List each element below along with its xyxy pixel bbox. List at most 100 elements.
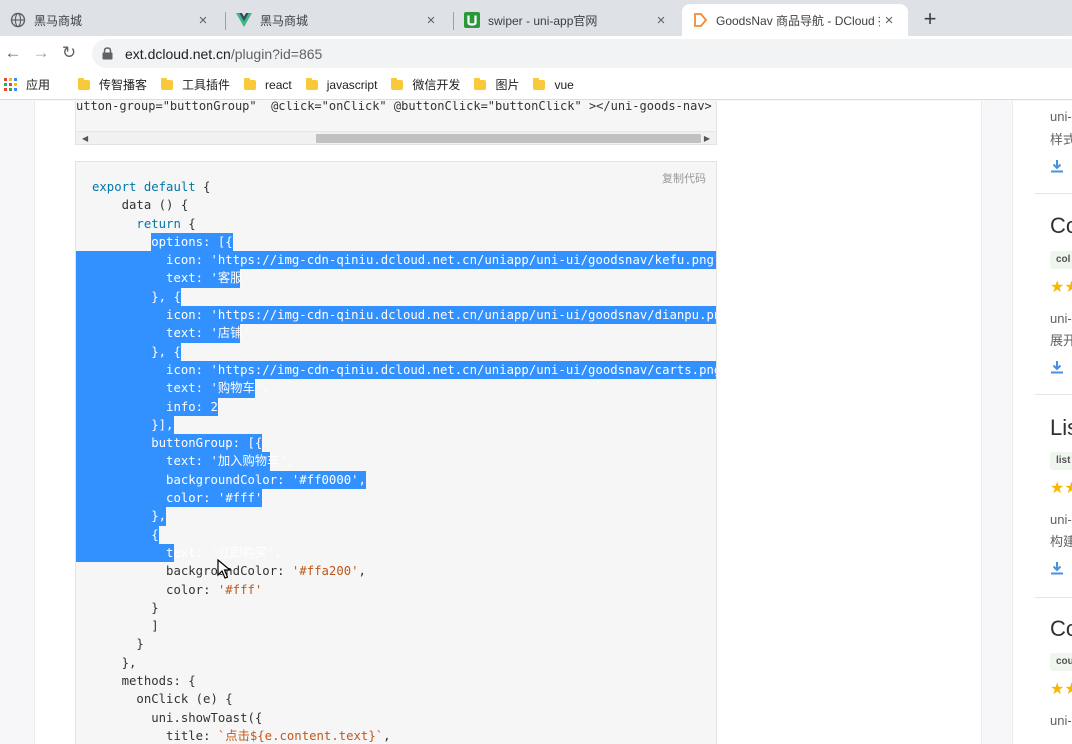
code-text: } <box>136 637 144 652</box>
bookmark-folder[interactable]: vue <box>533 77 574 92</box>
plugin-tag[interactable]: cou <box>1050 653 1072 671</box>
code-line[interactable]: return { <box>76 215 716 233</box>
code-line[interactable]: }, <box>76 507 716 526</box>
code-text: data () { <box>121 198 189 213</box>
plugin-desc: uni- <box>1050 512 1072 527</box>
folder-icon <box>305 77 318 90</box>
bookmark-folder[interactable]: 工具插件 <box>161 76 230 93</box>
code-line[interactable]: } <box>76 599 716 617</box>
plugin-tag[interactable]: list <box>1050 452 1072 470</box>
tab-title: swiper - uni-app官网 <box>488 13 598 28</box>
horizontal-scrollbar[interactable]: ◀ ▶ <box>76 131 716 144</box>
plugin-tag[interactable]: col <box>1050 251 1072 269</box>
download-icon[interactable] <box>1050 360 1064 374</box>
rating-stars: ★★ <box>1050 480 1072 497</box>
code-line[interactable]: export default { <box>76 178 716 196</box>
code-line[interactable]: color: '#fff' <box>76 489 716 508</box>
bookmark-folder[interactable]: react <box>244 77 292 92</box>
card-divider <box>1035 394 1072 395</box>
code-line[interactable]: } <box>76 635 716 653</box>
reload-button[interactable]: ↻ <box>58 42 80 64</box>
lock-icon[interactable] <box>102 47 113 60</box>
plugin-title[interactable]: Co <box>1050 616 1072 642</box>
scrollbar-thumb[interactable] <box>316 134 701 143</box>
main-panel: utton-group="buttonGroup" @click="onClic… <box>34 101 982 744</box>
code-line[interactable]: uni.showToast({ <box>76 709 716 727</box>
tab-close-icon[interactable]: × <box>194 12 212 29</box>
download-icon[interactable] <box>1050 561 1064 575</box>
bookmark-label: 应用 <box>26 78 51 92</box>
back-button[interactable]: ← <box>2 42 24 64</box>
code-line[interactable]: title: `点击${e.content.text}`, <box>76 727 716 744</box>
tab-goodsnav[interactable]: GoodsNav 商品导航 - DCloud 插 × <box>682 4 908 36</box>
code-text: options: [{ <box>151 234 233 249</box>
scroll-left-icon[interactable]: ◀ <box>82 134 88 143</box>
code-line[interactable]: }, { <box>76 287 716 307</box>
code-line[interactable]: text: '客服' <box>76 269 716 288</box>
plugin-title[interactable]: Lis <box>1050 415 1072 441</box>
code-line[interactable]: icon: 'https://img-cdn-qiniu.dcloud.net.… <box>76 251 716 270</box>
bookmark-label: 传智播客 <box>99 78 148 92</box>
code-line[interactable]: icon: 'https://img-cdn-qiniu.dcloud.net.… <box>76 360 716 380</box>
plugin-title[interactable]: Co <box>1050 213 1072 239</box>
code-line[interactable]: onClick (e) { <box>76 690 716 708</box>
code-line[interactable]: text: '购物车', <box>76 379 716 398</box>
bookmark-folder[interactable]: 图片 <box>474 76 519 93</box>
apps-grid-icon <box>4 77 18 92</box>
new-tab-button[interactable]: + <box>918 6 942 32</box>
tab-heima-2[interactable]: 黑马商城 × <box>226 4 450 36</box>
code-line[interactable]: color: '#fff' <box>76 581 716 599</box>
tab-heima-1[interactable]: 黑马商城 × <box>0 4 222 36</box>
code-text: text: '购物车', <box>166 381 270 396</box>
folder-icon <box>244 77 257 90</box>
code-lines[interactable]: export default { data () { return { opti… <box>76 178 716 744</box>
tab-title: 黑马商城 <box>260 13 309 28</box>
bookmark-folder[interactable]: 传智播客 <box>78 76 147 93</box>
page-content: utton-group="buttonGroup" @click="onClic… <box>0 101 1072 744</box>
code-text: title: `点击${e.content.text}`, <box>166 728 391 743</box>
code-line[interactable]: methods: { <box>76 672 716 690</box>
card-divider <box>1035 597 1072 598</box>
code-line[interactable]: info: 2 <box>76 397 716 416</box>
bookmark-folder[interactable]: 微信开发 <box>391 76 460 93</box>
folder-icon <box>533 77 546 90</box>
tab-close-icon[interactable]: × <box>652 12 670 29</box>
code-line[interactable]: backgroundColor: '#ffa200', <box>76 562 716 580</box>
code-line[interactable]: text: '加入购物车', <box>76 452 716 471</box>
bookmark-label: javascript <box>326 77 378 92</box>
code-line[interactable]: text: '立即购买', <box>76 543 716 563</box>
code-text: }, <box>151 509 167 524</box>
address-bar[interactable]: ext.dcloud.net.cn/plugin?id=865 <box>92 39 1072 68</box>
plugin-desc: uni- <box>1050 713 1072 728</box>
plugin-desc: 构建 <box>1050 534 1072 549</box>
rating-stars: ★★ <box>1050 681 1072 698</box>
code-text: }], <box>151 417 174 432</box>
code-line[interactable]: }, <box>76 654 716 672</box>
bookmark-folder[interactable]: javascript <box>305 77 378 92</box>
code-line[interactable]: }], <box>76 415 716 435</box>
code-line[interactable]: options: [{ <box>76 232 716 252</box>
code-line[interactable]: icon: 'https://img-cdn-qiniu.dcloud.net.… <box>76 306 716 325</box>
url-text[interactable]: ext.dcloud.net.cn/plugin?id=865 <box>125 46 322 62</box>
tab-close-icon[interactable]: × <box>880 12 898 29</box>
browser-toolbar: ← → ↻ ext.dcloud.net.cn/plugin?id=865 <box>0 36 1072 70</box>
code-line[interactable]: backgroundColor: '#ff0000', <box>76 470 716 490</box>
forward-button[interactable]: → <box>30 42 52 64</box>
code-line[interactable]: text: '店铺' <box>76 324 716 343</box>
code-text: text: '店铺' <box>166 326 250 341</box>
bookmark-apps[interactable]: 应用 <box>4 76 50 93</box>
code-line[interactable]: buttonGroup: [{ <box>76 434 716 453</box>
bookmark-label: 微信开发 <box>412 78 461 92</box>
mouse-cursor-icon <box>217 559 231 579</box>
scroll-right-icon[interactable]: ▶ <box>704 134 710 143</box>
code-line[interactable]: data () { <box>76 196 716 214</box>
tab-swiper[interactable]: swiper - uni-app官网 × <box>454 4 680 36</box>
tab-close-icon[interactable]: × <box>422 12 440 29</box>
code-text: buttonGroup: [{ <box>151 436 263 451</box>
download-icon[interactable] <box>1050 159 1064 173</box>
vue-logo-icon <box>236 12 252 28</box>
code-line[interactable]: ] <box>76 617 716 635</box>
code-line[interactable]: }, { <box>76 342 716 361</box>
code-text: methods: { <box>121 674 196 689</box>
code-line[interactable]: { <box>76 525 716 544</box>
